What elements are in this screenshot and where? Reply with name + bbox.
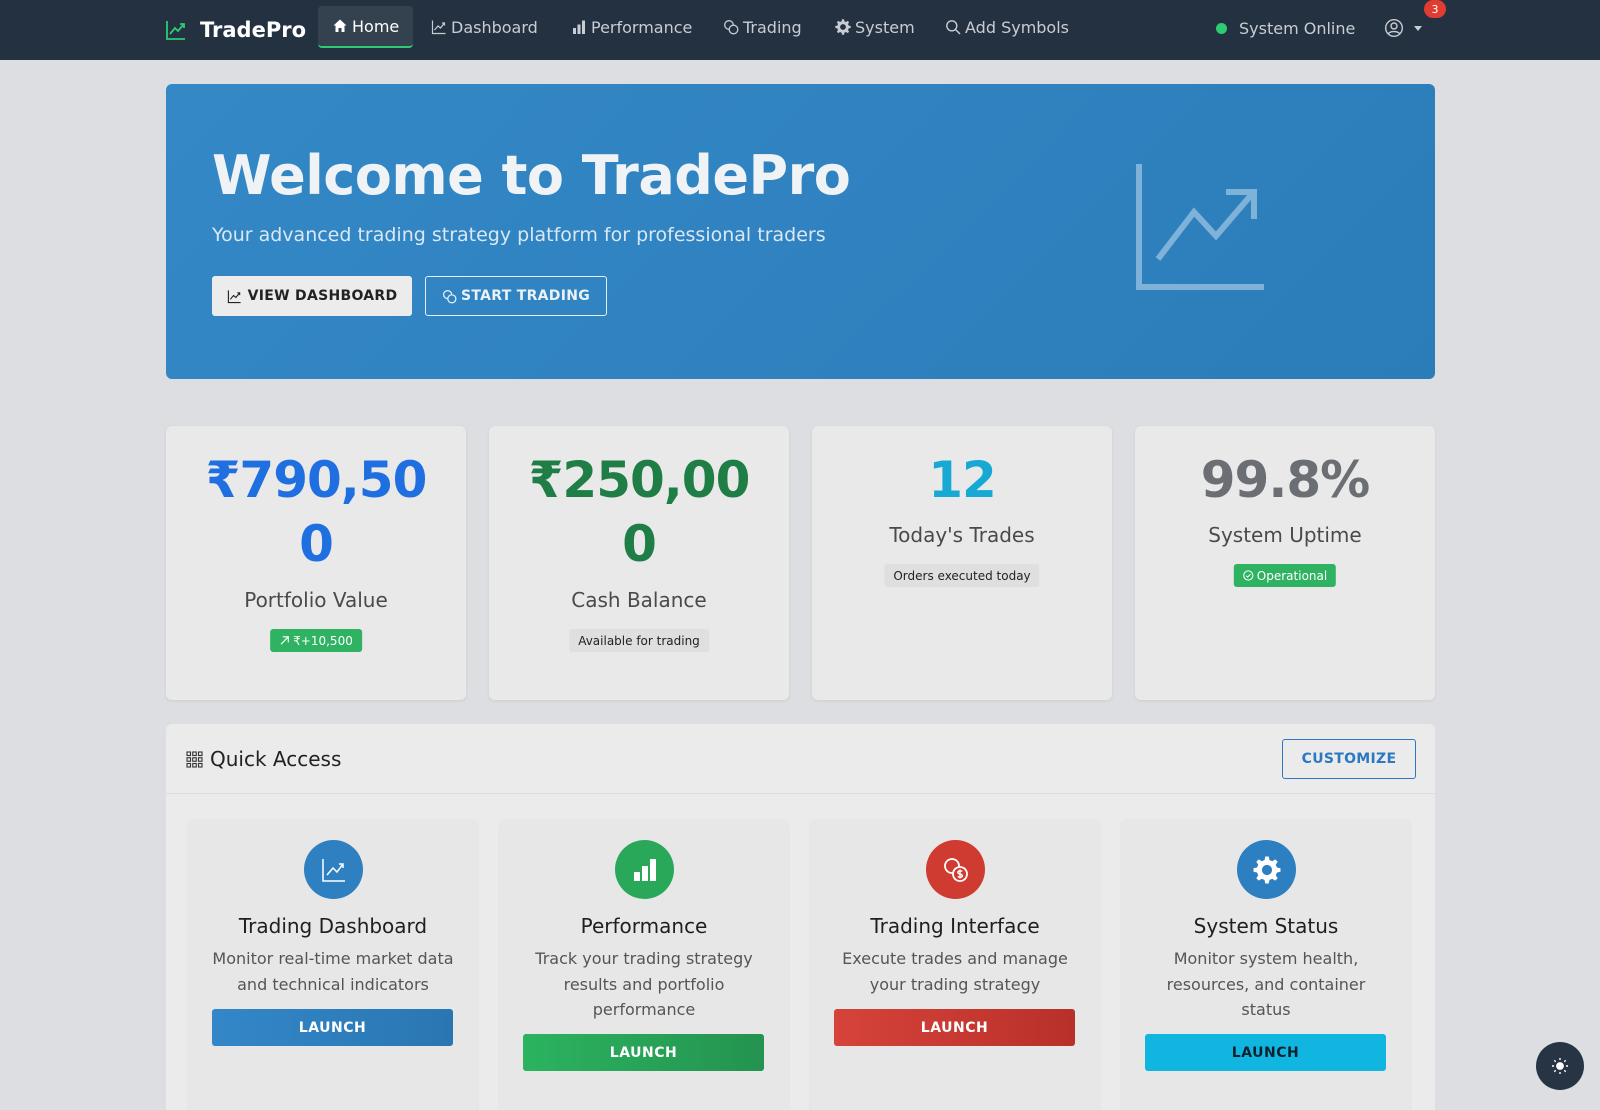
launch-trading-interface-button[interactable]: LAUNCH <box>834 1009 1075 1046</box>
quick-card-title: Performance <box>580 914 708 938</box>
nav-item-performance[interactable]: Performance <box>557 6 706 48</box>
nav-item-dashboard[interactable]: Dashboard <box>417 6 552 48</box>
quick-card-trading-dashboard: Trading Dashboard Monitor real-time mark… <box>189 820 477 1110</box>
portfolio-value: ₹790,500 <box>205 451 428 573</box>
stat-card-uptime: 99.8% System Uptime Operational <box>1135 426 1435 700</box>
start-trading-button[interactable]: START TRADING <box>425 276 607 316</box>
online-dot <box>1216 22 1227 34</box>
graph-up-icon <box>227 289 241 303</box>
graph-up-icon <box>431 20 446 35</box>
chevron-down-icon <box>1414 25 1422 31</box>
quick-card-trading-interface: Trading Interface Execute trades and man… <box>811 820 1099 1110</box>
quick-card-title: Trading Interface <box>870 914 1040 938</box>
stat-card-trades: 12 Today's Trades Orders executed today <box>812 426 1112 700</box>
nav-label: Performance <box>591 17 693 37</box>
portfolio-change-text: ₹+10,500 <box>293 633 353 648</box>
top-navbar: TradePro Home Dashboard Performance Trad… <box>0 0 1600 60</box>
hero-subtitle: Your advanced trading strategy platform … <box>212 224 826 246</box>
quick-card-title: System Status <box>1193 914 1339 938</box>
system-status: System Online <box>1216 16 1355 40</box>
quick-card-system-status: System Status Monitor system health, res… <box>1122 820 1410 1110</box>
stat-card-cash: ₹250,000 Cash Balance Available for trad… <box>489 426 789 700</box>
quick-card-title: Trading Dashboard <box>238 914 428 938</box>
status-text: System Online <box>1239 18 1356 38</box>
nav-item-system[interactable]: System <box>821 6 929 48</box>
trades-value: 12 <box>928 451 997 509</box>
grid-icon <box>186 750 203 768</box>
nav-label: Home <box>352 16 400 36</box>
graph-up-icon <box>166 21 185 40</box>
portfolio-label: Portfolio Value <box>244 588 388 612</box>
cash-label: Cash Balance <box>571 588 707 612</box>
trades-badge: Orders executed today <box>884 564 1040 587</box>
quick-card-icon-circle <box>615 840 674 899</box>
stat-card-portfolio: ₹790,500 Portfolio Value ₹+10,500 <box>166 426 466 700</box>
theme-toggle-button[interactable] <box>1536 1042 1584 1090</box>
graph-up-icon <box>1136 164 1264 290</box>
check-circle-icon <box>1243 570 1254 581</box>
customize-button[interactable]: CUSTOMIZE <box>1282 739 1416 779</box>
launch-performance-button[interactable]: LAUNCH <box>523 1034 764 1071</box>
quick-access-header: Quick Access CUSTOMIZE <box>166 724 1435 794</box>
nav-item-add-symbols[interactable]: Add Symbols <box>931 6 1083 48</box>
sun-icon <box>1552 1058 1568 1074</box>
hero-banner: Welcome to TradePro Your advanced tradin… <box>166 84 1435 379</box>
cash-value: ₹250,000 <box>528 451 751 573</box>
start-trading-label: START TRADING <box>460 288 591 304</box>
quick-access-title-text: Quick Access <box>210 747 342 771</box>
launch-trading-dashboard-button[interactable]: LAUNCH <box>212 1009 453 1046</box>
quick-card-desc: Track your trading strategy results and … <box>535 949 753 1019</box>
uptime-value: 99.8% <box>1200 451 1370 509</box>
bar-chart-icon <box>633 858 656 881</box>
nav-item-trading[interactable]: Trading <box>709 6 816 48</box>
brand-link[interactable]: TradePro <box>164 12 306 48</box>
search-icon <box>946 20 961 35</box>
quick-card-icon-circle <box>304 840 363 899</box>
gear-icon <box>835 19 851 35</box>
quick-card-performance: Performance Track your trading strategy … <box>500 820 788 1110</box>
arrow-up-right-icon <box>280 636 289 645</box>
nav-label: System <box>855 17 915 37</box>
quick-access-title: Quick Access <box>186 746 341 772</box>
portfolio-change-badge: ₹+10,500 <box>270 629 362 652</box>
gear-icon <box>1253 856 1280 883</box>
nav-label: Add Symbols <box>965 17 1069 37</box>
coins-icon <box>943 857 968 882</box>
quick-card-icon-circle <box>926 840 985 899</box>
cash-badge: Available for trading <box>569 629 709 652</box>
uptime-badge-text: Operational <box>1256 568 1328 583</box>
trades-label: Today's Trades <box>889 523 1035 547</box>
nav-label: Dashboard <box>451 17 538 37</box>
uptime-label: System Uptime <box>1208 523 1362 547</box>
quick-card-desc: Monitor real-time market data and techni… <box>212 949 454 994</box>
launch-system-status-button[interactable]: LAUNCH <box>1145 1034 1386 1071</box>
quick-card-icon-circle <box>1237 840 1296 899</box>
user-menu[interactable] <box>1384 16 1422 40</box>
view-dashboard-label: VIEW DASHBOARD <box>247 288 398 304</box>
uptime-badge: Operational <box>1233 564 1337 587</box>
quick-access-panel: Quick Access CUSTOMIZE Trading Dashboard… <box>166 724 1435 1110</box>
quick-card-desc: Execute trades and manage your trading s… <box>842 949 1068 994</box>
user-circle-icon <box>1384 18 1404 38</box>
graph-up-icon <box>321 858 345 882</box>
coins-icon <box>442 289 457 303</box>
notification-badge[interactable]: 3 <box>1424 0 1446 18</box>
quick-card-desc: Monitor system health, resources, and co… <box>1166 949 1366 1019</box>
coins-icon <box>724 20 739 35</box>
brand-name: TradePro <box>200 18 306 42</box>
house-icon <box>333 19 347 32</box>
nav-item-home[interactable]: Home <box>318 6 414 48</box>
view-dashboard-button[interactable]: VIEW DASHBOARD <box>212 276 412 316</box>
hero-title: Welcome to TradePro <box>212 144 851 207</box>
nav-label: Trading <box>743 17 802 37</box>
bar-chart-icon <box>573 20 585 34</box>
